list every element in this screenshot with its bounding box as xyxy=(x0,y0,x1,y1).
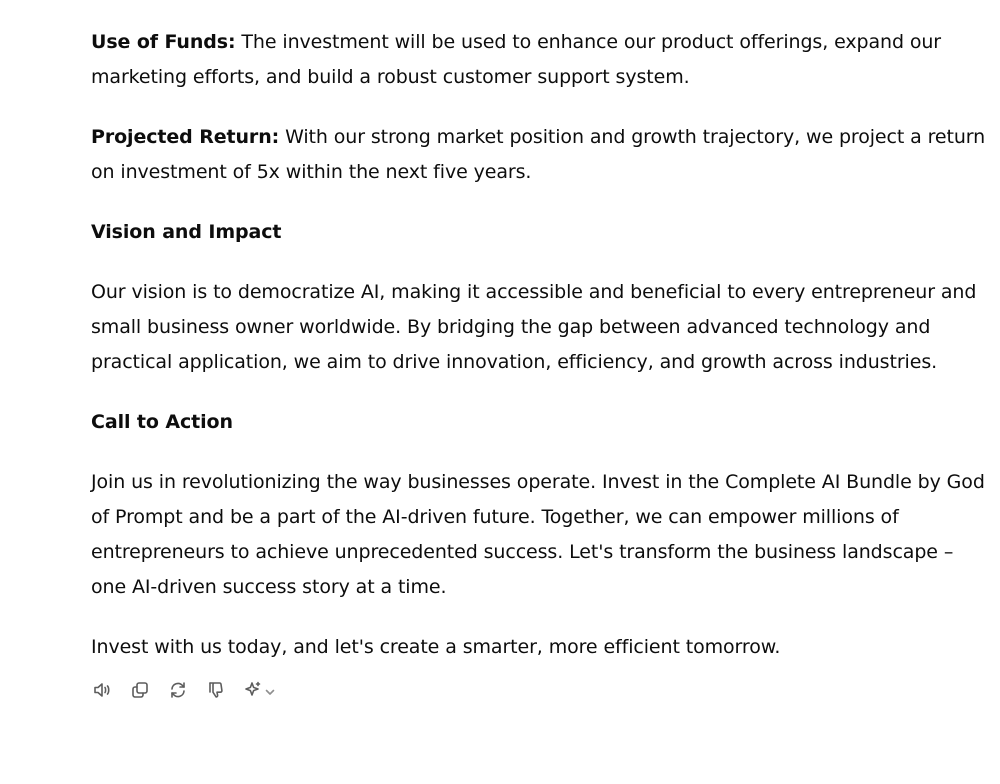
vision-heading: Vision and Impact xyxy=(91,221,282,243)
funds-label: Use of Funds: xyxy=(91,31,236,53)
closing-paragraph: Invest with us today, and let's create a… xyxy=(91,636,781,658)
change-model-button[interactable] xyxy=(239,678,279,706)
message-actions xyxy=(87,678,279,706)
funds-paragraph: Use of Funds: The investment will be use… xyxy=(91,25,991,95)
return-label: Projected Return: xyxy=(91,126,280,148)
copy-button[interactable] xyxy=(125,678,155,706)
sparkle-icon xyxy=(243,680,263,704)
chevron-down-icon xyxy=(264,683,276,702)
speaker-icon xyxy=(92,680,112,704)
vision-paragraph: Our vision is to democratize AI, making … xyxy=(91,281,977,373)
copy-icon xyxy=(130,680,150,704)
refresh-icon xyxy=(168,680,188,704)
return-paragraph: Projected Return: With our strong market… xyxy=(91,120,991,190)
read-aloud-button[interactable] xyxy=(87,678,117,706)
thumbs-down-icon xyxy=(206,680,226,704)
cta-paragraph: Join us in revolutionizing the way busin… xyxy=(91,471,985,598)
regenerate-button[interactable] xyxy=(163,678,193,706)
assistant-message: Use of Funds: The investment will be use… xyxy=(91,25,991,690)
bad-response-button[interactable] xyxy=(201,678,231,706)
cta-heading: Call to Action xyxy=(91,411,233,433)
